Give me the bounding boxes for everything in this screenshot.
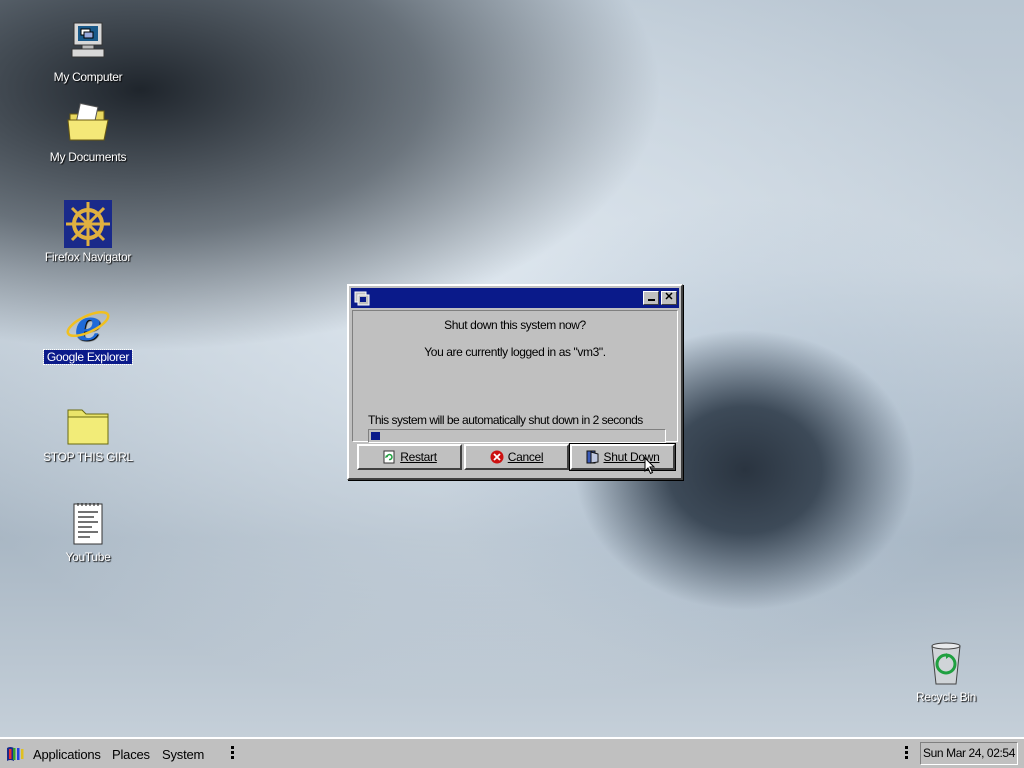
countdown-text: This system will be automatically shut d…: [368, 413, 643, 427]
restart-icon: [383, 450, 395, 464]
folder-icon: [67, 409, 109, 445]
logged-in-message: You are currently logged in as "vm3".: [424, 345, 606, 359]
clock[interactable]: Sun Mar 24, 02:54: [920, 742, 1018, 765]
desktop-icon-label: YouTube: [65, 550, 111, 564]
shutdown-icon: [586, 450, 598, 464]
desktop-icon-label: My Documents: [49, 150, 127, 164]
desktop-icon-my-documents[interactable]: My Documents: [33, 100, 143, 164]
restart-button[interactable]: Restart: [357, 444, 462, 470]
desktop-icon-recycle-bin[interactable]: Recycle Bin: [891, 640, 1001, 704]
svg-text:e: e: [75, 301, 101, 348]
close-button[interactable]: ✕: [661, 291, 677, 305]
applications-menu[interactable]: Applications: [33, 747, 101, 762]
dialog-body: Shut down this system now? You are curre…: [352, 310, 678, 443]
desktop-icon-label: STOP THIS GIRL: [43, 450, 133, 464]
mouse-cursor-icon: [644, 457, 656, 475]
cancel-button[interactable]: Cancel: [464, 444, 569, 470]
internet-explorer-icon: e: [66, 301, 110, 348]
desktop-icon-label: Recycle Bin: [915, 690, 977, 704]
desktop-icon-my-computer[interactable]: My Computer: [33, 20, 143, 84]
close-icon: ✕: [664, 291, 674, 303]
desktop-icon-firefox-navigator[interactable]: Firefox Navigator: [33, 200, 143, 264]
shutdown-dialog: ✕ Shut down this system now? You are cur…: [347, 284, 683, 480]
shutdown-button[interactable]: Shut Down: [569, 443, 676, 471]
dialog-titlebar[interactable]: ✕: [351, 288, 679, 308]
shutdown-progress-bar: [368, 429, 666, 443]
desktop-icon-label: My Computer: [53, 70, 123, 84]
computer-icon: [71, 22, 105, 58]
desktop-icon-youtube[interactable]: YouTube: [33, 500, 143, 564]
cancel-icon: [490, 450, 504, 464]
restart-label: Restart: [400, 450, 437, 464]
minimize-button[interactable]: [643, 291, 659, 305]
documents-folder-icon: [67, 102, 109, 141]
recycle-bin-icon: [931, 642, 961, 685]
minimize-icon: [647, 299, 655, 301]
panel-handle-left[interactable]: [231, 746, 234, 761]
desktop-icon-stop-this-girl[interactable]: STOP THIS GIRL: [33, 400, 143, 464]
desktop-icon-google-explorer[interactable]: e Google Explorer: [33, 300, 143, 365]
desktop-icon-label: Firefox Navigator: [44, 250, 132, 264]
app-window-icon: [354, 291, 370, 306]
places-menu[interactable]: Places: [112, 747, 150, 762]
ship-wheel-icon: [64, 200, 112, 248]
text-document-icon: [73, 503, 103, 545]
desktop-icon-label: Google Explorer: [42, 349, 134, 365]
panel-handle-right[interactable]: [905, 746, 908, 761]
cancel-label: Cancel: [507, 450, 544, 464]
shutdown-question: Shut down this system now?: [444, 318, 586, 332]
progress-fill: [371, 432, 380, 440]
start-menu-icon[interactable]: [6, 745, 26, 762]
system-menu[interactable]: System: [162, 747, 204, 762]
taskbar: Applications Places System Sun Mar 24, 0…: [0, 737, 1024, 768]
